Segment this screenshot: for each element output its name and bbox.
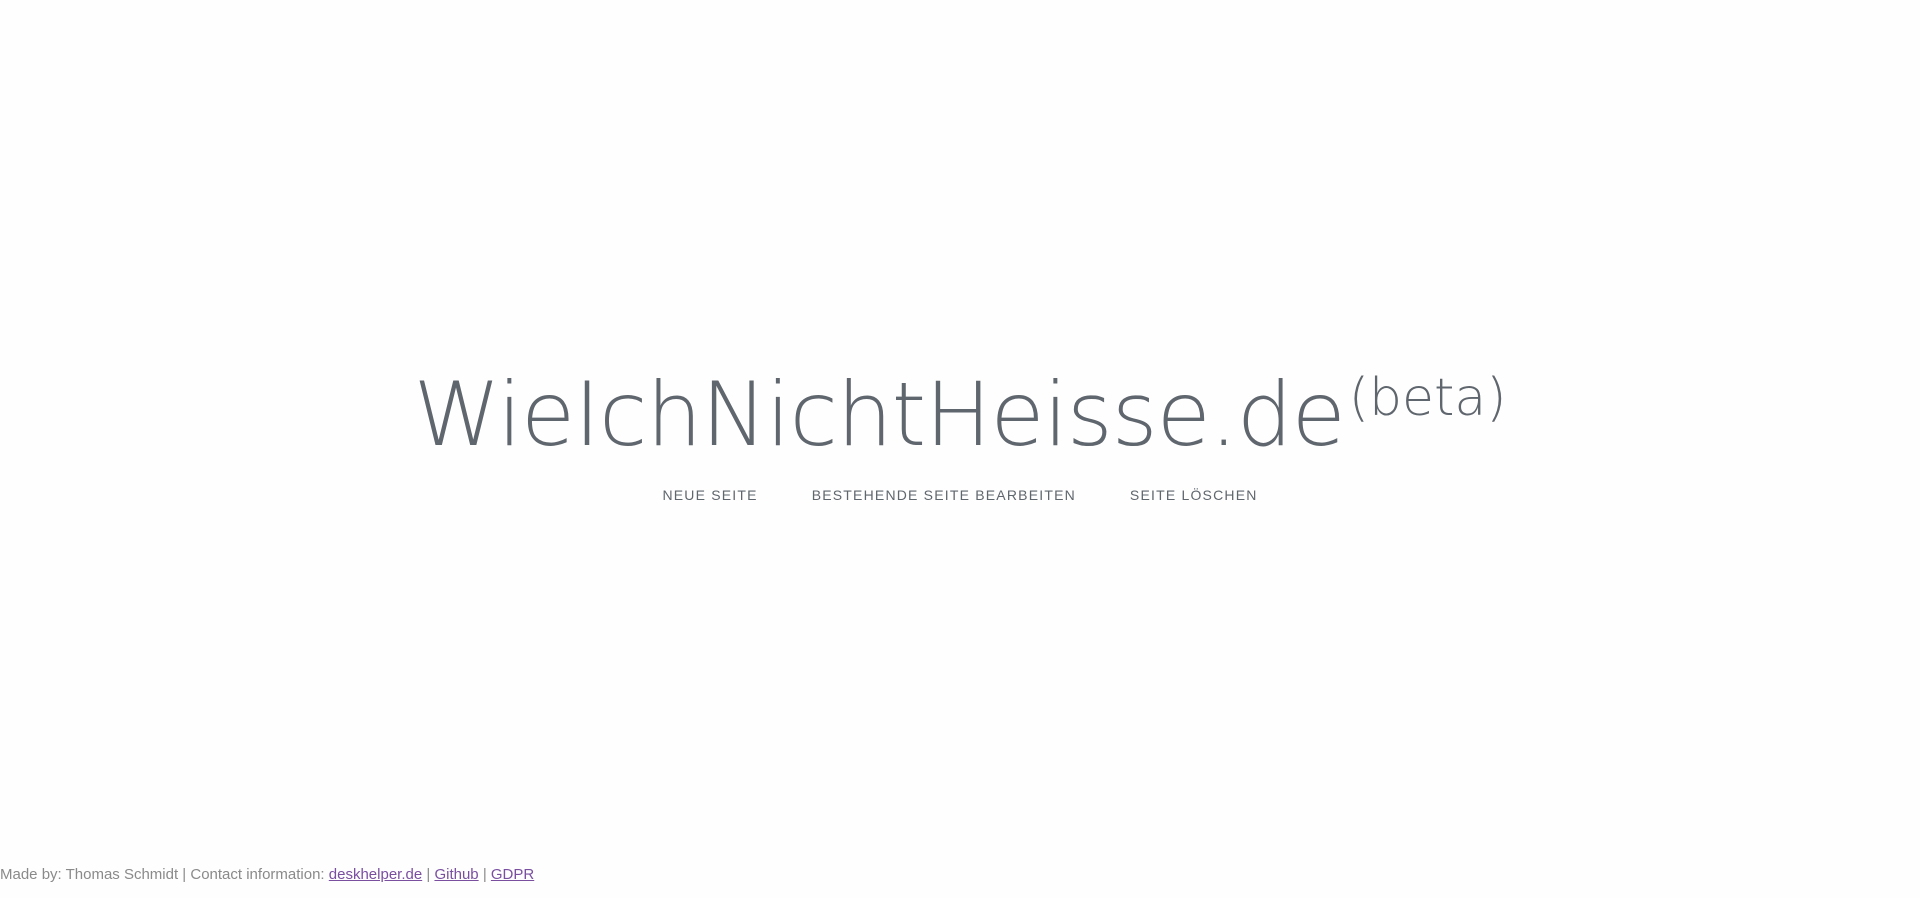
footer-link-github[interactable]: Github [434,866,478,883]
page: WieIchNichtHeisse.de(beta) NEUE SEITE BE… [0,0,1920,898]
footer-credits: Made by: Thomas Schmidt | Contact inform… [0,866,325,883]
nav-edit-existing-page[interactable]: BESTEHENDE SEITE BEARBEITEN [812,487,1076,503]
footer: Made by: Thomas Schmidt | Contact inform… [0,866,534,883]
hero: WieIchNichtHeisse.de(beta) [0,348,1920,465]
footer-link-deskhelper[interactable]: deskhelper.de [329,866,422,883]
main-nav: NEUE SEITE BESTEHENDE SEITE BEARBEITEN S… [0,487,1920,503]
nav-delete-page[interactable]: SEITE LÖSCHEN [1130,487,1258,503]
site-title-text: WieIchNichtHeisse.de [413,363,1345,466]
beta-badge: (beta) [1348,368,1507,428]
footer-separator: | [482,866,487,883]
nav-new-page[interactable]: NEUE SEITE [662,487,757,503]
site-title: WieIchNichtHeisse.de(beta) [413,348,1506,465]
footer-link-gdpr[interactable]: GDPR [491,866,534,883]
footer-separator: | [426,866,431,883]
